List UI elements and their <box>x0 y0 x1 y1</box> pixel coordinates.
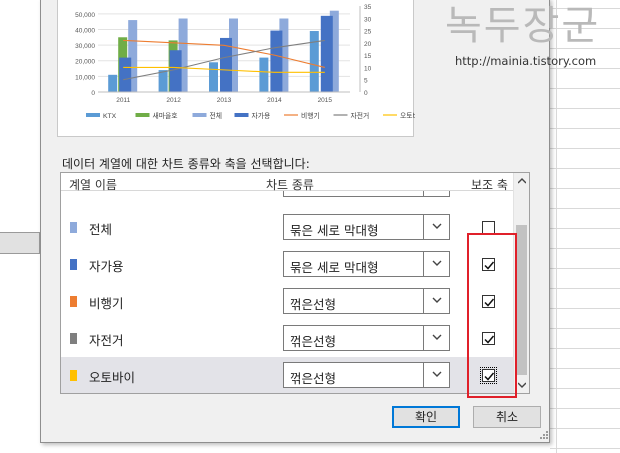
bar-자가용 <box>119 57 132 92</box>
chart-type-dropdown[interactable]: 묶은 세로 막대형 <box>283 214 450 240</box>
chart-type-dropdown[interactable]: 꺾은선형 <box>283 362 450 388</box>
chart-type-value: 꺾은선형 <box>290 371 337 386</box>
bar-KTX <box>108 74 118 92</box>
x-tick-label: 2012 <box>166 97 181 104</box>
series-color-swatch <box>70 259 77 270</box>
y-primary-tick-label: 40,000 <box>75 27 95 34</box>
legend-label: 자가용 <box>252 111 271 120</box>
series-row[interactable]: 전체 묶은 세로 막대형 <box>61 209 515 245</box>
legend-swatch-자가용 <box>234 113 249 117</box>
legend-label: 새마을호 <box>153 111 178 120</box>
chart-type-dropdown[interactable]: 묶은 세로 막대형 <box>283 251 450 277</box>
chevron-down-icon[interactable] <box>423 363 449 387</box>
legend-label: 자전거 <box>351 111 370 120</box>
ok-button[interactable]: 확인 <box>392 406 460 428</box>
legend-swatch-전체 <box>192 113 207 117</box>
bar-KTX <box>309 31 319 92</box>
bar-KTX <box>209 62 218 92</box>
cancel-button[interactable]: 취소 <box>473 406 541 428</box>
series-row[interactable]: 자가용 묶은 세로 막대형 <box>61 246 515 282</box>
series-color-swatch <box>70 296 77 307</box>
x-tick-label: 2014 <box>267 97 282 104</box>
series-name: 자전거 <box>89 333 124 348</box>
chevron-down-icon[interactable] <box>423 215 449 239</box>
legend-swatch-KTX <box>86 113 100 117</box>
bar-KTX <box>259 57 269 92</box>
spreadsheet-left-area <box>0 0 40 453</box>
series-name: 전체 <box>89 222 113 237</box>
chevron-down-icon[interactable] <box>423 252 449 276</box>
legend-label: 전체 <box>210 111 223 120</box>
series-name: 비행기 <box>89 296 124 311</box>
legend-label: 오토바이 <box>400 111 415 120</box>
bar-자가용 <box>320 15 333 93</box>
spreadsheet-side-tab[interactable] <box>0 232 40 254</box>
series-color-swatch <box>70 222 77 233</box>
y-secondary-tick-label: 10 <box>364 65 372 72</box>
x-tick-label: 2015 <box>318 97 333 104</box>
y-primary-tick-label: 30,000 <box>75 43 95 50</box>
chart-svg: 0 10,000 20,000 30,000 40,000 50,000 0 5 10 15 20 2… <box>75 4 415 120</box>
scroll-up-arrow-icon[interactable] <box>514 173 530 189</box>
y-primary-tick-label: 0 <box>91 90 95 97</box>
column-header-series-name: 계열 이름 <box>69 178 117 192</box>
y-secondary-tick-label: 0 <box>364 90 368 97</box>
watermark: 녹두장군 http://mainia.tistory.com <box>445 4 620 74</box>
y-secondary-tick-label: 15 <box>364 53 372 60</box>
chart-type-dropdown[interactable]: 꺾은선형 <box>283 325 450 351</box>
bar-자가용 <box>270 30 283 93</box>
chevron-down-icon[interactable] <box>423 326 449 350</box>
series-name: 오토바이 <box>89 370 136 385</box>
resize-grip-icon[interactable] <box>539 430 549 440</box>
y-secondary-tick-label: 20 <box>364 41 372 48</box>
series-color-swatch <box>70 333 77 344</box>
chart-type-value: 묶은 세로 막대형 <box>290 223 379 238</box>
series-instruction-label: 데이터 계열에 대한 차트 종류와 축을 선택합니다: <box>62 157 310 171</box>
y-secondary-tick-label: 25 <box>364 29 372 36</box>
secondary-axis-highlight <box>467 233 517 398</box>
bar-자가용 <box>169 50 182 92</box>
column-header-secondary-axis: 보조 축 <box>471 178 508 192</box>
y-primary-tick-label: 50,000 <box>75 12 95 19</box>
x-tick-label: 2011 <box>116 97 130 104</box>
series-grid-header: 계열 이름 차트 종류 보조 축 <box>61 173 515 192</box>
y-primary-tick-label: 20,000 <box>75 59 95 66</box>
series-color-swatch <box>70 370 77 381</box>
bar-KTX <box>158 70 168 92</box>
combo-chart-preview: 0 10,000 20,000 30,000 40,000 50,000 0 5 10 15 20 2… <box>57 0 415 137</box>
chevron-down-icon[interactable] <box>423 289 449 313</box>
y-secondary-tick-label: 5 <box>364 78 368 85</box>
series-grid: 계열 이름 차트 종류 보조 축 전체 묶은 세로 막대형 자가용 묶은 세로 막대형… <box>60 172 530 394</box>
series-row[interactable]: 자전거 꺾은선형 <box>61 320 515 356</box>
legend-swatch-새마을호 <box>135 113 150 117</box>
series-row[interactable]: 오토바이 꺾은선형 <box>61 357 515 393</box>
chart-type-value: 꺾은선형 <box>290 334 337 349</box>
y-primary-tick-label: 10,000 <box>75 74 95 81</box>
chart-type-value: 꺾은선형 <box>290 297 337 312</box>
watermark-title: 녹두장군 <box>445 3 601 49</box>
series-row[interactable]: 비행기 꺾은선형 <box>61 283 515 319</box>
watermark-url: http://mainia.tistory.com <box>455 54 597 68</box>
y-secondary-tick-label: 35 <box>364 4 372 11</box>
x-tick-label: 2013 <box>217 97 232 104</box>
chart-type-dropdown[interactable]: 꺾은선형 <box>283 288 450 314</box>
chart-type-value: 묶은 세로 막대형 <box>290 260 379 275</box>
scroll-thumb[interactable] <box>516 225 527 375</box>
y-secondary-tick-label: 30 <box>364 16 372 23</box>
legend-label: KTX <box>103 113 117 120</box>
partial-chart-type-combo[interactable] <box>283 191 450 197</box>
series-name: 자가용 <box>89 259 124 274</box>
legend-label: 비행기 <box>301 111 320 120</box>
